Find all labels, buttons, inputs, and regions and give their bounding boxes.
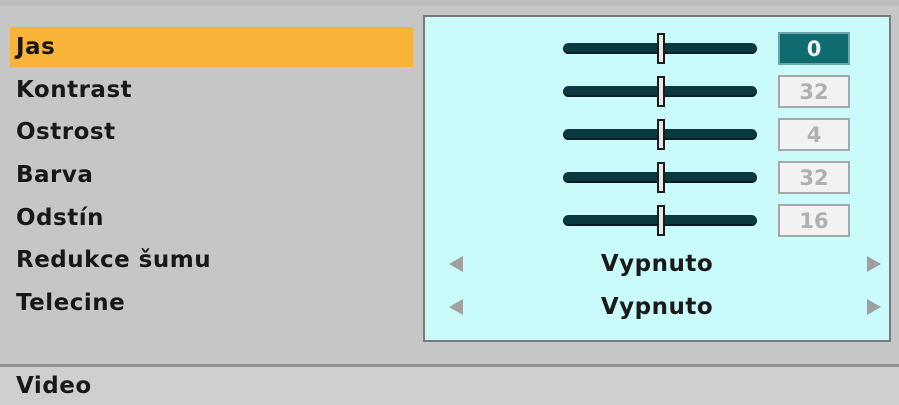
brightness-control: 0 (425, 29, 889, 69)
brightness-value: 0 (778, 32, 850, 65)
noise-reduction-control: Vypnuto (425, 244, 889, 284)
hue-control: 16 (425, 201, 889, 241)
menu-item-contrast[interactable]: Kontrast (10, 70, 413, 110)
menu-item-hue[interactable]: Odstín (10, 198, 413, 238)
osd-menu: Jas Kontrast Ostrost Barva Odstín Redukc… (0, 0, 899, 405)
color-value: 32 (778, 161, 850, 194)
noise-reduction-value: Vypnuto (600, 251, 714, 277)
color-control: 32 (425, 158, 889, 198)
arrow-right-icon[interactable] (867, 256, 881, 272)
slider-thumb-icon[interactable] (657, 205, 665, 236)
telecine-control: Vypnuto (425, 287, 889, 327)
footer-bar: Video (0, 367, 899, 405)
slider-thumb-icon[interactable] (657, 33, 665, 64)
slider-thumb-icon[interactable] (657, 76, 665, 107)
menu-item-telecine[interactable]: Telecine (10, 283, 413, 323)
arrow-right-icon[interactable] (867, 299, 881, 315)
controls-panel: 0 32 4 32 16 Vypnuto Vypnuto (423, 15, 891, 342)
slider-thumb-icon[interactable] (657, 162, 665, 193)
menu-item-sharpness[interactable]: Ostrost (10, 112, 413, 152)
arrow-left-icon[interactable] (449, 299, 463, 315)
section-title: Video (16, 373, 92, 399)
telecine-value: Vypnuto (600, 294, 714, 320)
menu-labels: Jas Kontrast Ostrost Barva Odstín Redukc… (10, 27, 413, 326)
slider-thumb-icon[interactable] (657, 119, 665, 150)
sharpness-value: 4 (778, 118, 850, 151)
menu-item-brightness[interactable]: Jas (10, 27, 413, 67)
menu-item-noise-reduction[interactable]: Redukce šumu (10, 240, 413, 280)
contrast-value: 32 (778, 75, 850, 108)
top-border (0, 0, 899, 6)
contrast-control: 32 (425, 72, 889, 112)
hue-value: 16 (778, 204, 850, 237)
arrow-left-icon[interactable] (449, 256, 463, 272)
sharpness-control: 4 (425, 115, 889, 155)
menu-item-color[interactable]: Barva (10, 155, 413, 195)
